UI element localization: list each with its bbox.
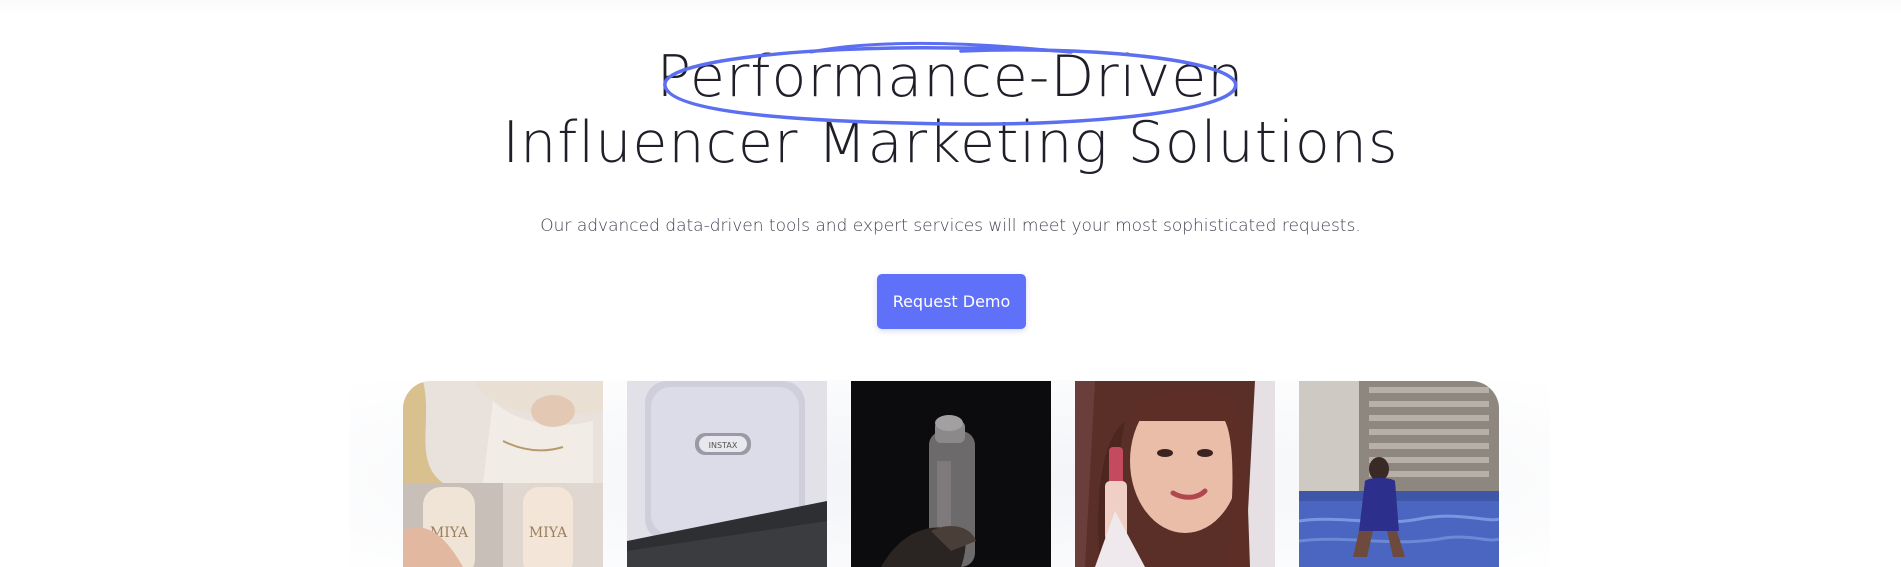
request-demo-button[interactable]: Request Demo [877,274,1026,329]
hero-title: Performance-Driven Influencer Marketing … [0,44,1901,176]
gallery-image-cosmetics: MIYA MIYA [403,381,603,567]
influencer-gallery: MIYA MIYA INSTAX [403,381,1499,567]
gallery-image-bottle [851,381,1051,567]
bottle-label-2: MIYA [529,525,568,541]
top-strip [0,0,1901,14]
hero-subtitle: Our advanced data-driven tools and exper… [540,216,1361,236]
gallery-image-lipstick [1075,381,1275,567]
hero-title-line-2: Influencer Marketing Solutions [502,110,1399,176]
hero-title-line-1: Performance-Driven [656,44,1245,110]
landing-page: Performance-Driven Influencer Marketing … [0,0,1901,567]
printer-label: INSTAX [709,441,738,450]
gallery-image-pool [1299,381,1499,567]
gallery-image-printer: INSTAX [627,381,827,567]
